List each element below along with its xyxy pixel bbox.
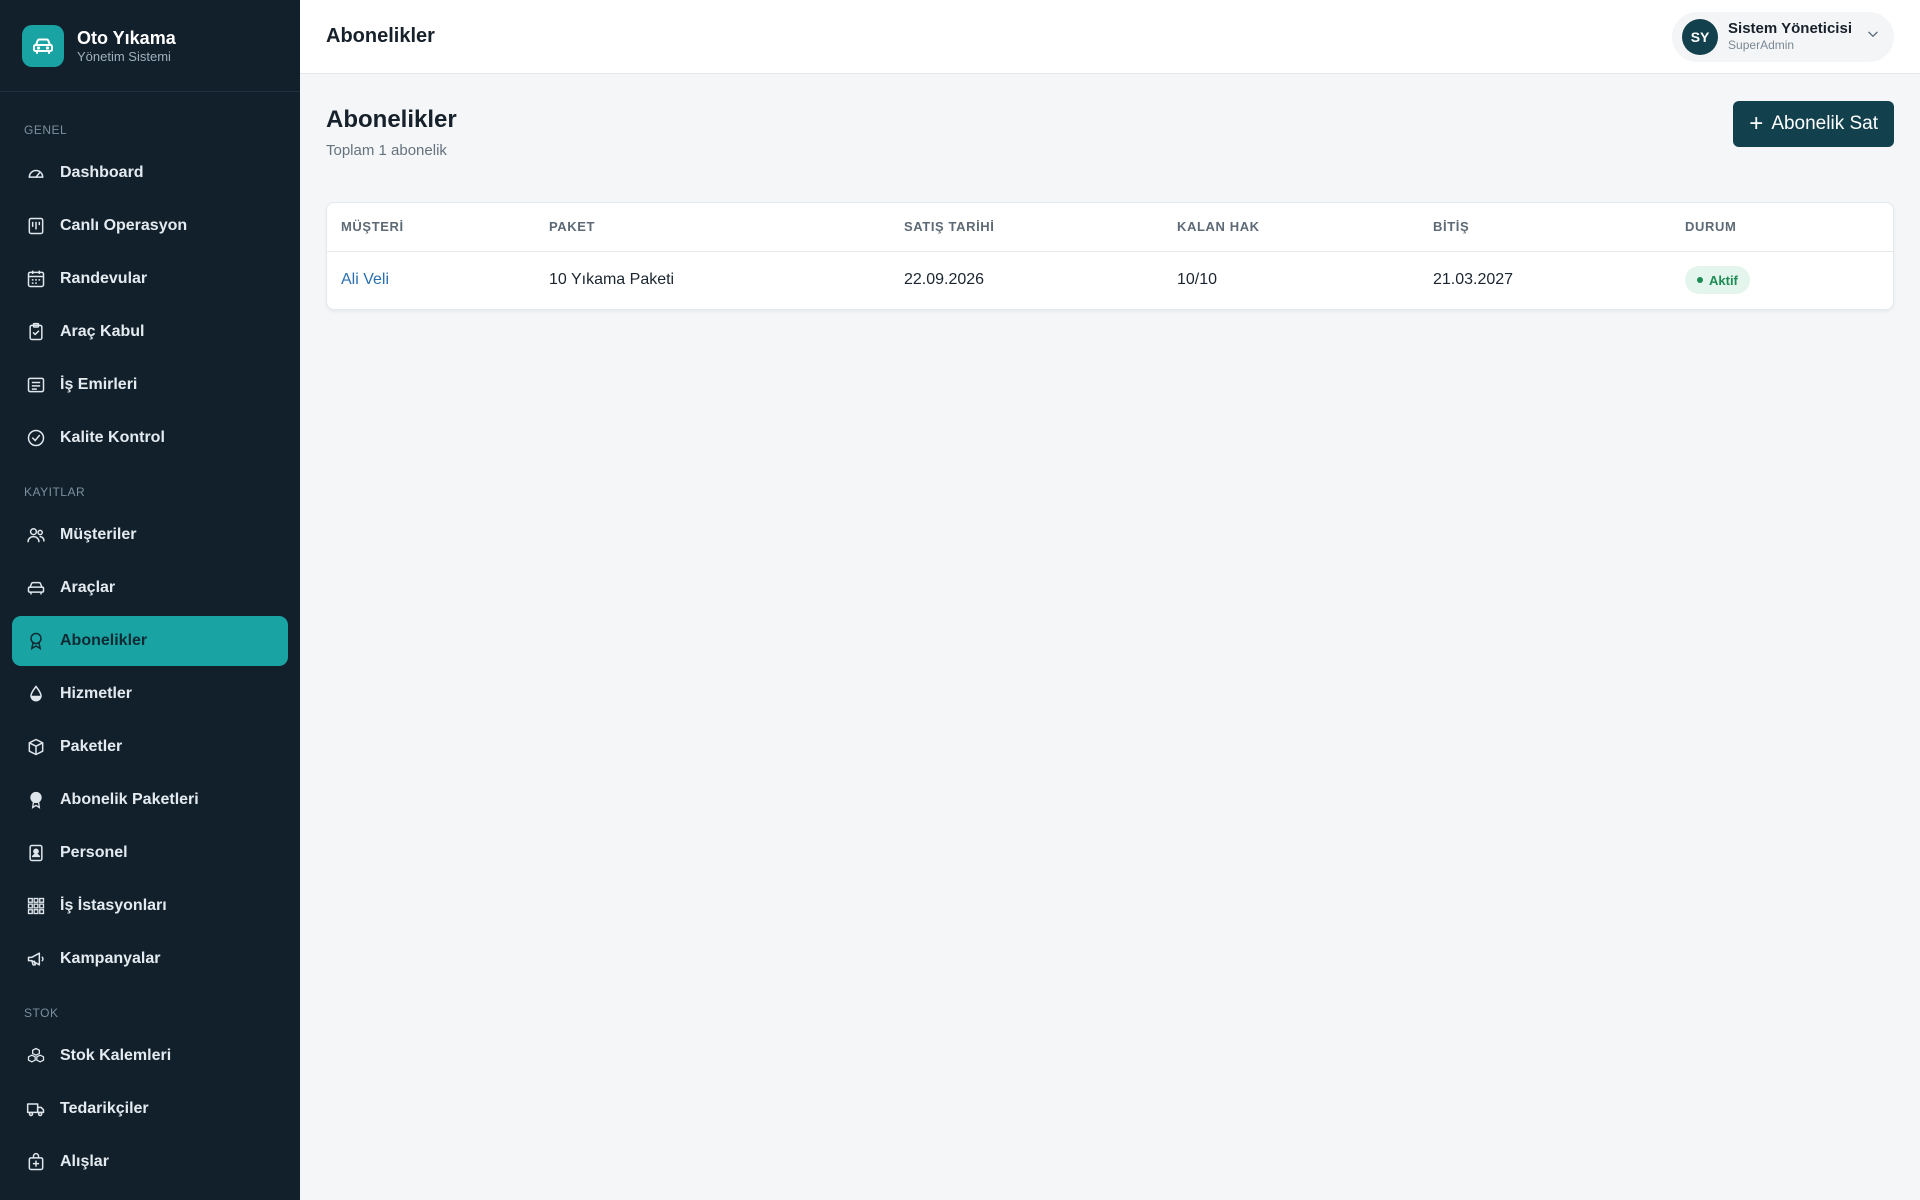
column-header-sale-date[interactable]: SATIŞ TARİHİ [890, 203, 1163, 252]
car-icon [26, 578, 46, 598]
section-label-kayitlar: KAYITLAR [24, 485, 86, 499]
sidebar-item-musteriler[interactable]: Müşteriler [12, 510, 288, 560]
brand-title: Oto Yıkama [77, 27, 176, 48]
sidebar-item-label: Kampanyalar [60, 950, 161, 967]
sidebar-item-alislar[interactable]: Alışlar [12, 1137, 288, 1187]
sidebar-item-abonelikler[interactable]: Abonelikler [12, 616, 288, 666]
brand[interactable]: Oto Yıkama Yönetim Sistemi [0, 0, 300, 92]
truck-icon [26, 1099, 46, 1119]
sidebar-item-label: Abonelik Paketleri [60, 791, 199, 808]
status-cell: Aktif [1671, 251, 1893, 309]
sidebar-item-hizmetler[interactable]: Hizmetler [12, 669, 288, 719]
sidebar-item-label: Tedarikçiler [60, 1100, 149, 1117]
page-header: Abonelikler Toplam 1 abonelik + Abonelik… [326, 74, 1894, 204]
sidebar-item-is-istasyonlari[interactable]: İş İstasyonları [12, 881, 288, 931]
sidebar-item-personel[interactable]: Personel [12, 828, 288, 878]
medal-icon [26, 790, 46, 810]
table-row[interactable]: Ali Veli 10 Yıkama Paketi 22.09.2026 10/… [327, 251, 1893, 309]
sidebar-item-is-emirleri[interactable]: İş Emirleri [12, 360, 288, 410]
sidebar-item-dashboard[interactable]: Dashboard [12, 148, 288, 198]
section-label-genel: GENEL [24, 123, 68, 137]
sidebar-item-label: Araçlar [60, 579, 116, 596]
subscriptions-table: MÜŞTERİ PAKET SATIŞ TARİHİ KALAN HAK BİT… [327, 203, 1893, 309]
sidebar-item-label: Randevular [60, 270, 148, 287]
column-header-status[interactable]: DURUM [1671, 203, 1893, 252]
sidebar-item-label: Abonelikler [60, 632, 148, 649]
nav-kayitlar: Müşteriler Araçlar Abonelikler Hizmetler… [0, 510, 300, 984]
gauge-icon [26, 163, 46, 183]
sidebar-item-label: Paketler [60, 738, 123, 755]
plus-icon: + [1749, 110, 1764, 137]
id-badge-icon [26, 843, 46, 863]
live-board-icon [26, 216, 46, 236]
sidebar-item-label: Canlı Operasyon [60, 217, 188, 234]
sidebar-item-label: Dashboard [60, 164, 144, 181]
sidebar-item-label: Stok Kalemleri [60, 1047, 172, 1064]
sell-subscription-label: Abonelik Sat [1771, 113, 1878, 134]
sell-subscription-button[interactable]: + Abonelik Sat [1733, 101, 1894, 147]
sidebar-item-label: Alışlar [60, 1153, 109, 1170]
sidebar-item-label: Araç Kabul [60, 323, 145, 340]
sale-date-cell: 22.09.2026 [904, 271, 985, 289]
sidebar-item-label: Müşteriler [60, 526, 137, 543]
sidebar-item-label: Hizmetler [60, 685, 133, 702]
brand-subtitle: Yönetim Sistemi [77, 48, 171, 64]
topbar-title: Abonelikler [326, 25, 435, 47]
column-header-end-date[interactable]: BİTİŞ [1419, 203, 1671, 252]
topbar: Abonelikler SY Sistem Yöneticisi SuperAd… [300, 0, 1920, 74]
status-badge: Aktif [1685, 266, 1750, 295]
sidebar-item-label: Kalite Kontrol [60, 429, 165, 446]
sidebar-item-stok-kalemleri[interactable]: Stok Kalemleri [12, 1031, 288, 1081]
sidebar-item-kalite-kontrol[interactable]: Kalite Kontrol [12, 413, 288, 463]
sidebar: Oto Yıkama Yönetim Sistemi GENEL Dashboa… [0, 0, 300, 1200]
sidebar-item-abonelik-paketleri[interactable]: Abonelik Paketleri [12, 775, 288, 825]
list-icon [26, 375, 46, 395]
remaining-cell: 10/10 [1177, 271, 1218, 289]
user-menu[interactable]: SY Sistem Yöneticisi SuperAdmin [1672, 11, 1894, 62]
grid-icon [26, 896, 46, 916]
column-header-customer[interactable]: MÜŞTERİ [327, 203, 535, 252]
bag-plus-icon [26, 1152, 46, 1172]
sidebar-item-label: İş Emirleri [60, 376, 138, 393]
column-header-remaining[interactable]: KALAN HAK [1163, 203, 1419, 252]
megaphone-icon [26, 949, 46, 969]
car-icon [22, 24, 64, 67]
section-label-stok: STOK [24, 1006, 59, 1020]
check-circle-icon [26, 428, 46, 448]
clipboard-check-icon [26, 322, 46, 342]
users-icon [26, 525, 46, 545]
main-content: Abonelikler Toplam 1 abonelik + Abonelik… [326, 74, 1894, 310]
nav-genel: Dashboard Canlı Operasyon Randevular Ara… [0, 148, 300, 463]
droplet-icon [26, 684, 46, 704]
sidebar-item-arac-kabul[interactable]: Araç Kabul [12, 307, 288, 357]
sidebar-item-canli-operasyon[interactable]: Canlı Operasyon [12, 201, 288, 251]
chevron-down-icon [1866, 27, 1880, 46]
boxes-icon [26, 1046, 46, 1066]
avatar: SY [1682, 18, 1719, 55]
sidebar-item-araclar[interactable]: Araçlar [12, 563, 288, 613]
end-date-cell: 21.03.2027 [1433, 271, 1514, 289]
table-header-row: MÜŞTERİ PAKET SATIŞ TARİHİ KALAN HAK BİT… [327, 203, 1893, 252]
nav-stok: Stok Kalemleri Tedarikçiler Alışlar [0, 1031, 300, 1187]
calendar-icon [26, 269, 46, 289]
column-header-package[interactable]: PAKET [535, 203, 890, 252]
page-subtitle: Toplam 1 abonelik [326, 142, 447, 159]
sidebar-item-kampanyalar[interactable]: Kampanyalar [12, 934, 288, 984]
page-title: Abonelikler [326, 106, 457, 133]
status-dot-icon [1697, 277, 1703, 284]
user-role: SuperAdmin [1728, 38, 1795, 52]
award-icon [26, 631, 46, 651]
customer-link[interactable]: Ali Veli [341, 271, 389, 288]
package-cell: 10 Yıkama Paketi [549, 271, 675, 289]
sidebar-item-paketler[interactable]: Paketler [12, 722, 288, 772]
subscriptions-table-card: MÜŞTERİ PAKET SATIŞ TARİHİ KALAN HAK BİT… [326, 202, 1894, 310]
user-name: Sistem Yöneticisi [1728, 20, 1852, 37]
box-icon [26, 737, 46, 757]
sidebar-item-randevular[interactable]: Randevular [12, 254, 288, 304]
sidebar-item-label: Personel [60, 844, 128, 861]
sidebar-item-tedarikciler[interactable]: Tedarikçiler [12, 1084, 288, 1134]
sidebar-item-label: İş İstasyonları [60, 897, 167, 914]
status-label: Aktif [1709, 272, 1738, 288]
